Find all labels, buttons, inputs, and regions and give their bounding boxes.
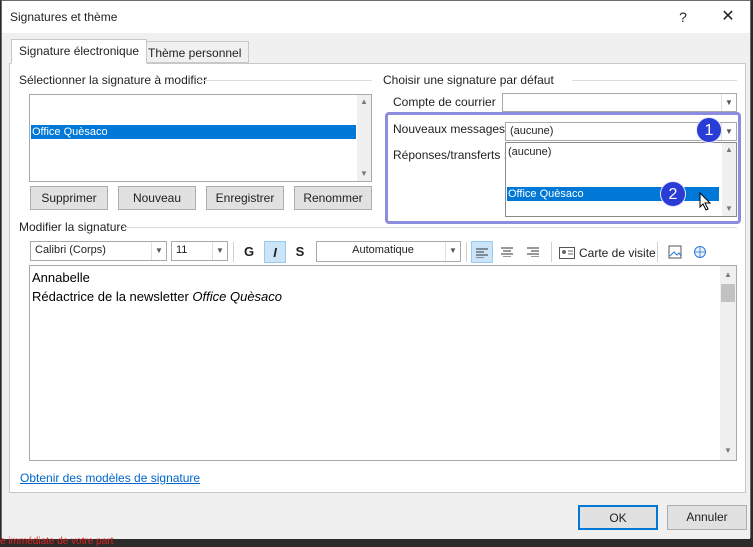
scroll-up-icon[interactable]: ▲: [357, 95, 371, 109]
editor-line-role: Rédactrice de la newsletter Office Quèsa…: [32, 289, 282, 304]
align-center-button[interactable]: [496, 241, 518, 263]
chevron-down-icon[interactable]: ▼: [721, 94, 736, 111]
insert-hyperlink-button[interactable]: [689, 241, 711, 263]
signature-list[interactable]: Office Quèsaco ▲ ▼: [29, 94, 372, 182]
new-button[interactable]: Nouveau: [118, 186, 196, 210]
italic-button[interactable]: I: [264, 241, 286, 263]
business-card-label: Carte de visite: [579, 246, 656, 260]
font-size-select[interactable]: 11 ▼: [171, 241, 228, 261]
color-value: Automatique: [352, 244, 414, 256]
chevron-down-icon[interactable]: ▼: [151, 242, 166, 260]
get-templates-link[interactable]: Obtenir des modèles de signature: [20, 471, 200, 485]
title-bar: Signatures et thème ? ✕: [2, 1, 750, 33]
signatures-dialog: Signatures et thème ? ✕ Signature électr…: [1, 0, 751, 539]
strikethrough-button[interactable]: S: [289, 241, 311, 263]
account-label: Compte de courrier: [393, 95, 496, 109]
list-scrollbar[interactable]: ▲ ▼: [357, 95, 371, 181]
font-size-value: 11: [176, 244, 188, 256]
scroll-down-icon[interactable]: ▼: [357, 167, 371, 181]
toolbar-separator: [466, 242, 467, 262]
editor-role-text: Rédactrice de la newsletter: [32, 289, 193, 304]
delete-button[interactable]: Supprimer: [30, 186, 108, 210]
step-badge-2: 2: [660, 181, 686, 207]
help-button[interactable]: ?: [671, 7, 695, 27]
scroll-thumb[interactable]: [721, 284, 735, 302]
chevron-down-icon[interactable]: ▼: [212, 242, 227, 260]
edit-signature-label: Modifier la signature: [19, 220, 128, 234]
tab-theme[interactable]: Thème personnel: [140, 41, 250, 63]
toolbar-separator: [551, 242, 552, 262]
insert-picture-button[interactable]: [664, 241, 686, 263]
editor-line-name: Annabelle: [32, 270, 90, 285]
rename-button[interactable]: Renommer: [294, 186, 372, 210]
hyperlink-icon: [694, 246, 706, 258]
align-left-button[interactable]: [471, 241, 493, 263]
divider: [572, 80, 737, 81]
align-right-button[interactable]: [522, 241, 544, 263]
color-select[interactable]: Automatique ▼: [316, 241, 461, 262]
divider: [124, 227, 737, 228]
save-button[interactable]: Enregistrer: [206, 186, 284, 210]
default-signature-label: Choisir une signature par défaut: [383, 73, 554, 87]
toolbar-separator: [657, 242, 658, 262]
mouse-cursor-icon: [699, 192, 712, 211]
close-button[interactable]: ✕: [716, 7, 740, 27]
select-signature-label: Sélectionner la signature à modifier: [19, 73, 208, 87]
font-value: Calibri (Corps): [35, 244, 106, 256]
picture-icon: [668, 245, 682, 259]
align-center-icon: [501, 247, 513, 258]
business-card-icon: [559, 247, 575, 259]
ok-button[interactable]: OK: [578, 505, 658, 530]
align-right-icon: [527, 247, 539, 258]
bold-button[interactable]: G: [238, 241, 260, 263]
scroll-down-icon[interactable]: ▼: [721, 444, 735, 458]
window-title: Signatures et thème: [10, 10, 118, 24]
font-select[interactable]: Calibri (Corps) ▼: [30, 241, 167, 261]
align-left-icon: [476, 248, 488, 259]
business-card-button[interactable]: Carte de visite: [559, 243, 656, 263]
scroll-up-icon[interactable]: ▲: [721, 268, 735, 282]
tab-signature[interactable]: Signature électronique: [11, 39, 148, 64]
toolbar-separator: [233, 242, 234, 262]
list-item[interactable]: Office Quèsaco: [31, 125, 356, 139]
account-select[interactable]: ▼: [502, 93, 737, 112]
divider: [197, 80, 372, 81]
editor-scrollbar[interactable]: ▲ ▼: [720, 266, 736, 460]
signature-editor[interactable]: Annabelle Rédactrice de la newsletter Of…: [29, 265, 737, 461]
step-badge-1: 1: [696, 117, 722, 143]
editor-role-italic: Office Quèsaco: [192, 289, 283, 304]
cancel-button[interactable]: Annuler: [667, 505, 747, 530]
annotation-highlight: [385, 112, 741, 224]
chevron-down-icon[interactable]: ▼: [445, 242, 460, 261]
